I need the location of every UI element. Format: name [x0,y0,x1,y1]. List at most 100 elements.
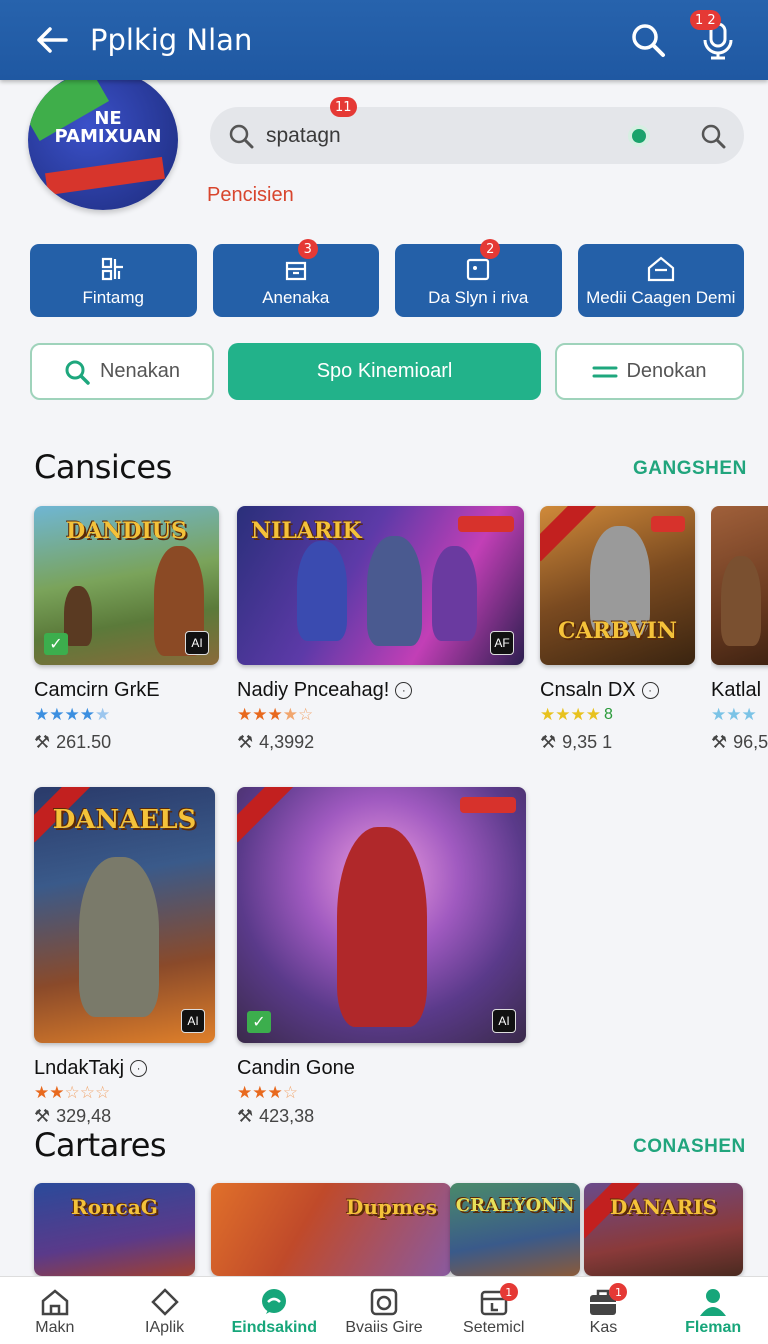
download-count: 9,35 1 [562,732,613,752]
rating-stars: ★★★ [711,705,757,724]
nav-label: IAplik [145,1318,185,1336]
rating-icon: AF [490,631,514,655]
game-art-title: Dupmes [345,1195,437,1219]
download-count: 96,5 [733,732,768,752]
menu-lines-icon [592,366,618,377]
game-art-title: DANDIUS [66,518,187,544]
game-thumbnail[interactable]: RoncaG [34,1183,195,1276]
label-badge [460,797,516,813]
download-icon: ⚒ [237,732,254,752]
game-card[interactable]: Katlal ★★★ ⚒ 96,5 [711,506,768,753]
tile-label: Anenaka [262,287,330,307]
corner-ribbon [237,787,295,843]
game-name: Candin Gone [237,1057,355,1079]
tag-icon [150,1287,179,1316]
search-bar[interactable]: spatagn 11 [210,97,744,164]
search-button[interactable] [626,18,670,62]
app-bar: Pplkig Nlan 1 2 [0,0,768,80]
nav-label: Bvaiis Gire [345,1318,423,1336]
back-button[interactable] [22,10,82,70]
tile-label: Da Slyn i riva [428,287,529,307]
rating-icon: AI [181,1009,205,1033]
game-thumbnail: CARBVIN [540,506,695,665]
game-art-title: RoncaG [71,1195,158,1219]
nav-label: Setemicl [463,1318,525,1336]
label-badge [458,516,514,532]
rating-stars: ★★ ☆☆☆ [34,1083,111,1102]
nav-item-makn[interactable]: Makn [0,1277,110,1344]
brand-logo: NE PAMIXUAN [28,70,178,210]
nav-item-setemicl[interactable]: 1 Setemicl [439,1277,549,1344]
filter-search-button[interactable]: Nenakan [30,343,214,400]
filter-sort-button[interactable]: Denokan [555,343,744,400]
download-icon: ⚒ [540,732,557,752]
chat-icon [262,1288,287,1314]
game-card[interactable]: CARBVIN Cnsaln DX · ★★★★ 8 ⚒ 9,35 1 [540,506,695,753]
game-thumbnail: ✓ AI [237,787,526,1043]
tile-badge: 3 [297,239,318,259]
nav-item-eindsakind[interactable]: Eindsakind [219,1277,329,1344]
nav-item-bvaiis-gire[interactable]: Bvaiis Gire [329,1277,439,1344]
game-thumbnail [711,506,768,665]
game-thumbnail: DANDIUS ✓ AI [34,506,219,665]
game-thumbnail[interactable]: Dupmes [211,1183,451,1276]
game-name: Katlal [711,679,762,701]
search-icon [229,124,254,148]
game-art-title: DANAELS [52,805,197,835]
nav-item-iaplik[interactable]: IAplik [110,1277,220,1344]
check-icon: ✓ [247,1011,271,1033]
search-input[interactable]: spatagn [266,124,341,148]
game-thumbnail: NILARIK AF [237,506,524,665]
download-icon: ⚒ [34,1106,51,1126]
label-badge [651,516,685,532]
nav-item-fleman[interactable]: Fleman [658,1277,768,1344]
section-see-all-link[interactable]: GANGSHEN [633,458,747,480]
section-see-all-link[interactable]: CONASHEN [633,1136,746,1158]
search-icon [65,360,90,385]
tile-da-slyn[interactable]: 2 Da Slyn i riva [395,239,562,317]
game-card[interactable]: NILARIK AF Nadiy Pnceahag! · ★★★ ★☆ ⚒ 4,399… [237,506,524,753]
tile-label: Medii Caagen Demi [586,287,736,307]
game-thumbnail[interactable]: CRAEYONN [450,1183,580,1276]
section-title: Cartares [34,1126,167,1164]
tile-medii[interactable]: Medii Caagen Demi [577,244,744,317]
camera-icon [370,1288,398,1315]
game-thumbnail[interactable]: DANARIS [584,1183,743,1276]
nav-label: Fleman [685,1318,742,1336]
home-icon [647,256,674,281]
nav-badge: 1 [609,1283,628,1301]
rating-icon: AI [492,1009,516,1033]
rating-stars: ★★★ ★☆ [237,705,314,724]
info-icon[interactable]: · [641,682,659,699]
nav-label: Makn [35,1318,75,1336]
search-icon [701,124,726,148]
rating-stars: ★★★★ 8 [540,705,613,724]
filter-label: Nenakan [99,360,181,382]
game-card[interactable]: DANDIUS ✓ AI Camcirn GrkE ★★★★ ★ ⚒ 261.50 [34,506,219,753]
logo-text: NE PAMIXUAN [54,108,162,147]
tile-anenaka[interactable]: 3 Anenaka [212,239,379,317]
game-name: Camcirn GrkE [34,679,160,701]
search-icon [632,24,665,57]
arrow-left-icon [37,27,68,53]
info-icon[interactable]: · [130,1060,148,1077]
filter-label: Denokan [626,360,707,382]
tile-fintamg[interactable]: Fintamg [30,244,197,317]
info-icon[interactable]: · [395,682,413,699]
game-card[interactable]: DANAELS AI LndakTakj · ★★ ☆☆☆ ⚒ 329,48 [34,787,215,1127]
subtitle: Pencisien [207,184,294,206]
rating-stars: ★★★★ ★ [34,705,111,724]
download-count: 329,48 [56,1106,112,1126]
download-count: 4,3992 [259,732,315,752]
game-card[interactable]: ✓ AI Candin Gone ★★★ ☆ ⚒ 423,38 [237,787,526,1127]
filter-primary-button[interactable]: Spo Kinemioarl [228,343,541,400]
status-dot-icon [628,124,650,147]
game-name: Nadiy Pnceahag! [237,679,390,701]
person-icon [700,1288,727,1316]
game-name: Cnsaln DX [540,679,636,701]
microphone-button[interactable]: 1 2 [690,10,740,62]
section-title: Cansices [34,448,172,486]
game-art-title: CRAEYONN [455,1195,575,1216]
download-count: 261.50 [56,732,112,752]
nav-item-kas[interactable]: 1 Kas [549,1277,659,1344]
